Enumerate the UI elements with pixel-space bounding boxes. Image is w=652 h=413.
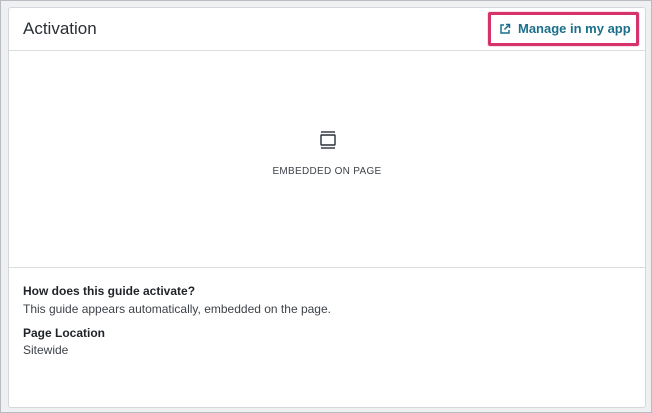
embedded-page-icon <box>318 130 338 150</box>
page-location-label: Page Location <box>23 326 106 340</box>
card-header: Activation Manage in my app <box>9 8 645 51</box>
embedded-on-page-label: EMBEDDED ON PAGE <box>272 166 382 177</box>
card-title: Activation <box>23 19 97 38</box>
activation-answer: This guide appears automatically, embedd… <box>23 302 331 316</box>
external-link-icon <box>499 23 511 35</box>
manage-link-label: Manage in my app <box>518 21 631 36</box>
page-location-value: Sitewide <box>23 343 69 357</box>
activation-preview: EMBEDDED ON PAGE <box>9 52 645 268</box>
manage-in-my-app-link[interactable]: Manage in my app <box>499 21 631 36</box>
manage-link-highlight: Manage in my app <box>488 12 639 46</box>
activation-question: How does this guide activate? <box>23 284 196 298</box>
activation-card: Activation Manage in my app EMBEDDED ON … <box>8 7 646 408</box>
screenshot-frame: Activation Manage in my app EMBEDDED ON … <box>0 0 652 413</box>
activation-details: How does this guide activate? This guide… <box>23 284 623 357</box>
